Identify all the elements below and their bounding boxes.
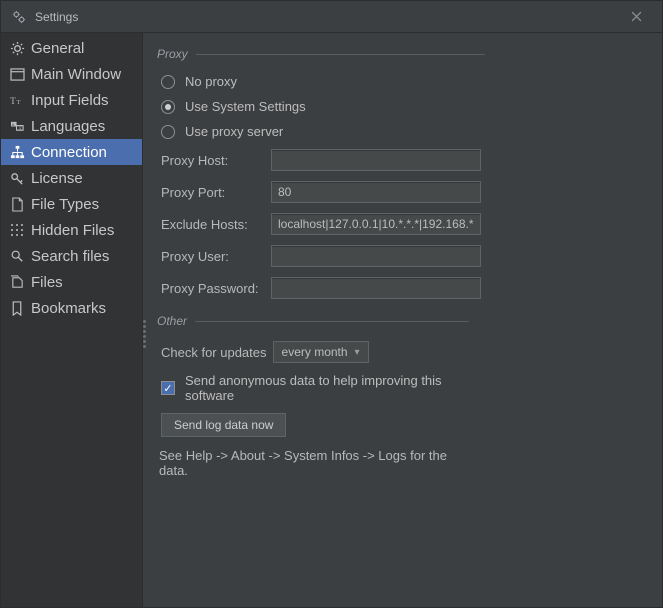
sidebar-item-label: Search files [31,248,109,265]
exclude-hosts-input[interactable] [271,213,481,235]
sidebar-item-file-types[interactable]: File Types [1,191,142,217]
window-icon [9,66,25,82]
radio-proxy-server[interactable] [161,125,175,139]
svg-text:T: T [16,99,20,106]
sidebar-item-hidden-files[interactable]: Hidden Files [1,217,142,243]
language-icon: A文 [9,118,25,134]
other-group: Other Check for updates every month ▾ ✓ … [157,314,469,484]
filetype-icon [9,196,25,212]
radio-no-proxy[interactable] [161,75,175,89]
send-anon-checkbox[interactable]: ✓ [161,381,175,395]
sidebar-item-bookmarks[interactable]: Bookmarks [1,295,142,321]
radio-no-proxy-label: No proxy [185,74,237,89]
splitter-grip[interactable] [143,320,149,348]
proxy-port-input[interactable] [271,181,481,203]
close-button[interactable] [620,1,652,33]
radio-proxy-server-label: Use proxy server [185,124,283,139]
proxy-group: Proxy No proxy Use System Settings Use p… [157,47,485,304]
grid-icon [9,222,25,238]
proxy-host-input[interactable] [271,149,481,171]
sidebar-item-main-window[interactable]: Main Window [1,61,142,87]
proxy-user-label: Proxy User: [161,249,261,264]
sidebar-item-files[interactable]: Files [1,269,142,295]
send-log-button[interactable]: Send log data now [161,413,286,437]
log-help-text: See Help -> About -> System Infos -> Log… [157,442,469,484]
bookmark-icon [9,300,25,316]
proxy-user-input[interactable] [271,245,481,267]
send-anon-label: Send anonymous data to help improving th… [185,373,465,403]
sidebar-item-label: Input Fields [31,92,109,109]
other-legend: Other [157,314,195,328]
gear-icon [9,40,25,56]
sidebar-item-languages[interactable]: A文 Languages [1,113,142,139]
settings-icon [11,9,27,25]
network-icon [9,144,25,160]
check-updates-select[interactable]: every month ▾ [273,341,369,363]
sidebar-item-search-files[interactable]: Search files [1,243,142,269]
sidebar: General Main Window TT Input Fields A文 L… [1,33,143,607]
search-icon [9,248,25,264]
files-icon [9,274,25,290]
sidebar-item-label: Connection [31,144,107,161]
send-log-button-label: Send log data now [174,418,273,432]
proxy-host-label: Proxy Host: [161,153,261,168]
proxy-legend: Proxy [157,47,196,61]
sidebar-item-input-fields[interactable]: TT Input Fields [1,87,142,113]
proxy-password-label: Proxy Password: [161,281,261,296]
exclude-hosts-label: Exclude Hosts: [161,217,261,232]
sidebar-item-label: Languages [31,118,105,135]
sidebar-item-label: Main Window [31,66,121,83]
text-icon: TT [9,92,25,108]
sidebar-item-label: General [31,40,84,57]
proxy-password-input[interactable] [271,277,481,299]
check-updates-label: Check for updates [161,345,267,360]
svg-text:T: T [10,97,16,107]
window-title: Settings [35,10,620,24]
sidebar-item-label: Files [31,274,63,291]
sidebar-item-general[interactable]: General [1,35,142,61]
chevron-down-icon: ▾ [354,347,359,358]
sidebar-item-license[interactable]: License [1,165,142,191]
sidebar-item-label: Bookmarks [31,300,106,317]
proxy-port-label: Proxy Port: [161,185,261,200]
sidebar-item-connection[interactable]: Connection [1,139,142,165]
check-updates-value: every month [282,345,348,359]
main-panel: Proxy No proxy Use System Settings Use p… [143,33,662,607]
radio-system-settings[interactable] [161,100,175,114]
key-icon [9,170,25,186]
sidebar-item-label: Hidden Files [31,222,114,239]
radio-system-settings-label: Use System Settings [185,99,306,114]
sidebar-item-label: License [31,170,83,187]
sidebar-item-label: File Types [31,196,99,213]
svg-text:文: 文 [18,125,22,130]
